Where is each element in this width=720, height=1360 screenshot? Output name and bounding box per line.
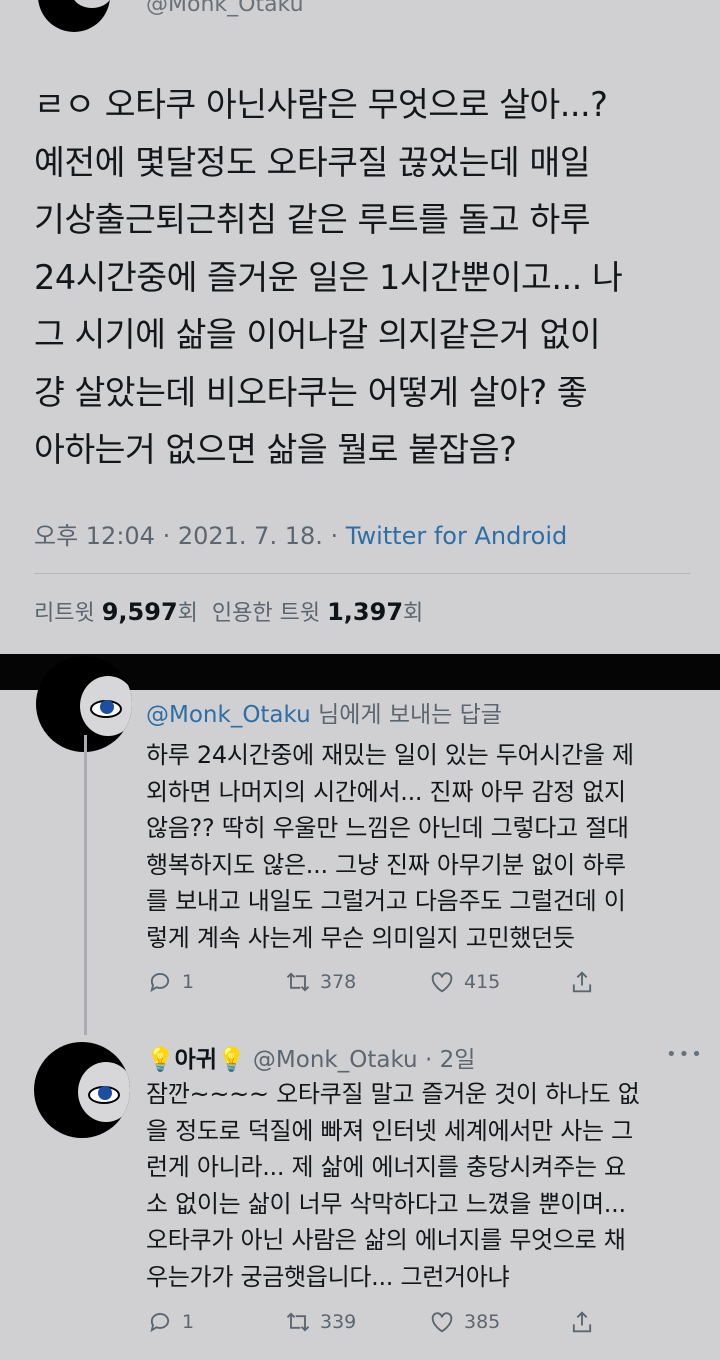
like-count: 415: [464, 971, 501, 993]
tweet-timestamp[interactable]: 오후 12:04 · 2021. 7. 18. ·: [34, 522, 346, 550]
share-button[interactable]: [568, 1308, 596, 1336]
like-icon: [431, 972, 453, 993]
retweet-icon: [286, 972, 310, 992]
top-tweet: @Monk_Otaku ㄹㅇ 오타쿠 아닌사람은 무엇으로 살아...? 예전에…: [0, 0, 720, 654]
thread-line: [84, 735, 87, 1035]
reply-header: 💡아귀💡 @Monk_Otaku · 2일: [146, 1040, 475, 1074]
reply-to-suffix: 님에게 보내는 답글: [310, 702, 502, 728]
reply-count: 1: [182, 971, 195, 993]
display-name[interactable]: 아귀: [175, 1047, 217, 1073]
like-icon: [431, 1312, 453, 1333]
tweet-actions: 1 339 385: [146, 1308, 616, 1338]
share-button[interactable]: [568, 968, 596, 996]
more-icon[interactable]: •••: [666, 1044, 704, 1065]
tweet-actions: 1 378 415: [146, 968, 616, 998]
share-icon: [572, 1311, 592, 1333]
reply-to-handle[interactable]: @Monk_Otaku: [146, 702, 311, 728]
retweet-count[interactable]: 9,597: [102, 598, 178, 626]
reply-icon: [150, 973, 170, 993]
reply-count: 1: [182, 1311, 195, 1333]
divider: [34, 573, 690, 574]
reply-text: 하루 24시간중에 재밌는 일이 있는 두어시간을 제 외하면 나머지의 시간에…: [146, 741, 634, 952]
like-button[interactable]: 385: [428, 1308, 500, 1336]
retweet-unit: 회: [177, 601, 198, 626]
quote-count[interactable]: 1,397: [327, 598, 403, 626]
retweet-button[interactable]: 339: [284, 1308, 356, 1336]
share-icon: [572, 971, 592, 993]
retweet-button[interactable]: 378: [284, 968, 356, 996]
author-handle[interactable]: @Monk_Otaku: [146, 0, 304, 17]
tweet-meta: 오후 12:04 · 2021. 7. 18. · Twitter for An…: [34, 516, 567, 551]
lightbulb-icon: 💡: [146, 1047, 175, 1073]
reply-icon: [150, 1313, 170, 1333]
retweet-icon: [286, 1312, 310, 1332]
tweet-stats: 리트윗 9,597회 인용한 트윗 1,397회: [34, 595, 423, 627]
quote-unit: 회: [403, 601, 424, 626]
reply-button[interactable]: 1: [146, 1308, 194, 1336]
like-button[interactable]: 415: [428, 968, 500, 996]
reply-button[interactable]: 1: [146, 968, 194, 996]
retweet-count: 378: [320, 971, 357, 993]
reply-text: 잠깐~~~~ 오타쿠질 말고 즐거운 것이 하나도 없 을 정도로 덕질에 빠져…: [146, 1080, 640, 1291]
replying-to: @Monk_Otaku 님에게 보내는 답글: [146, 695, 502, 729]
like-count: 385: [464, 1311, 501, 1333]
tweet-text: ㄹㅇ 오타쿠 아닌사람은 무엇으로 살아...? 예전에 몇달정도 오타쿠질 끊…: [34, 85, 623, 469]
quote-label: 인용한 트윗: [211, 601, 321, 626]
retweet-count: 339: [320, 1311, 357, 1333]
retweet-label: 리트윗: [34, 601, 95, 626]
avatar[interactable]: [34, 1042, 130, 1138]
avatar[interactable]: [38, 0, 112, 32]
lightbulb-icon: 💡: [216, 1047, 246, 1073]
tweet-source-link[interactable]: Twitter for Android: [346, 522, 567, 550]
handle-time[interactable]: @Monk_Otaku · 2일: [253, 1047, 475, 1073]
